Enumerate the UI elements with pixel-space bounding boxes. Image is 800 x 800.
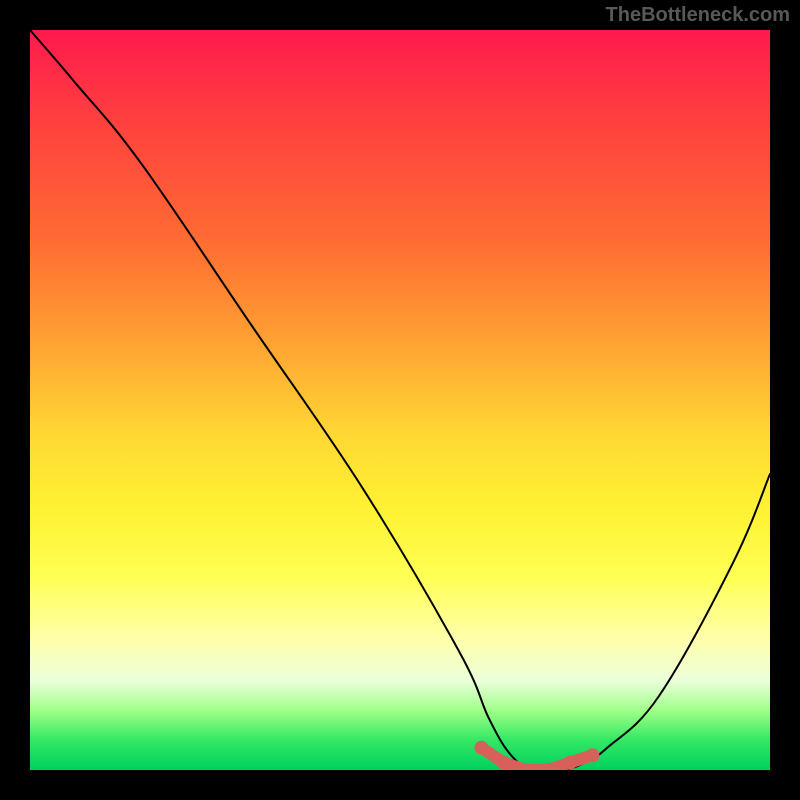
optimal-range-dot xyxy=(474,741,488,755)
optimal-range-dot xyxy=(585,748,599,762)
watermark-text: TheBottleneck.com xyxy=(606,4,790,27)
chart-plot-area xyxy=(30,30,770,770)
optimal-range-dot xyxy=(497,756,511,770)
bottleneck-chart xyxy=(30,30,770,770)
bottleneck-curve-line xyxy=(30,30,770,770)
optimal-range-dot xyxy=(563,756,577,770)
